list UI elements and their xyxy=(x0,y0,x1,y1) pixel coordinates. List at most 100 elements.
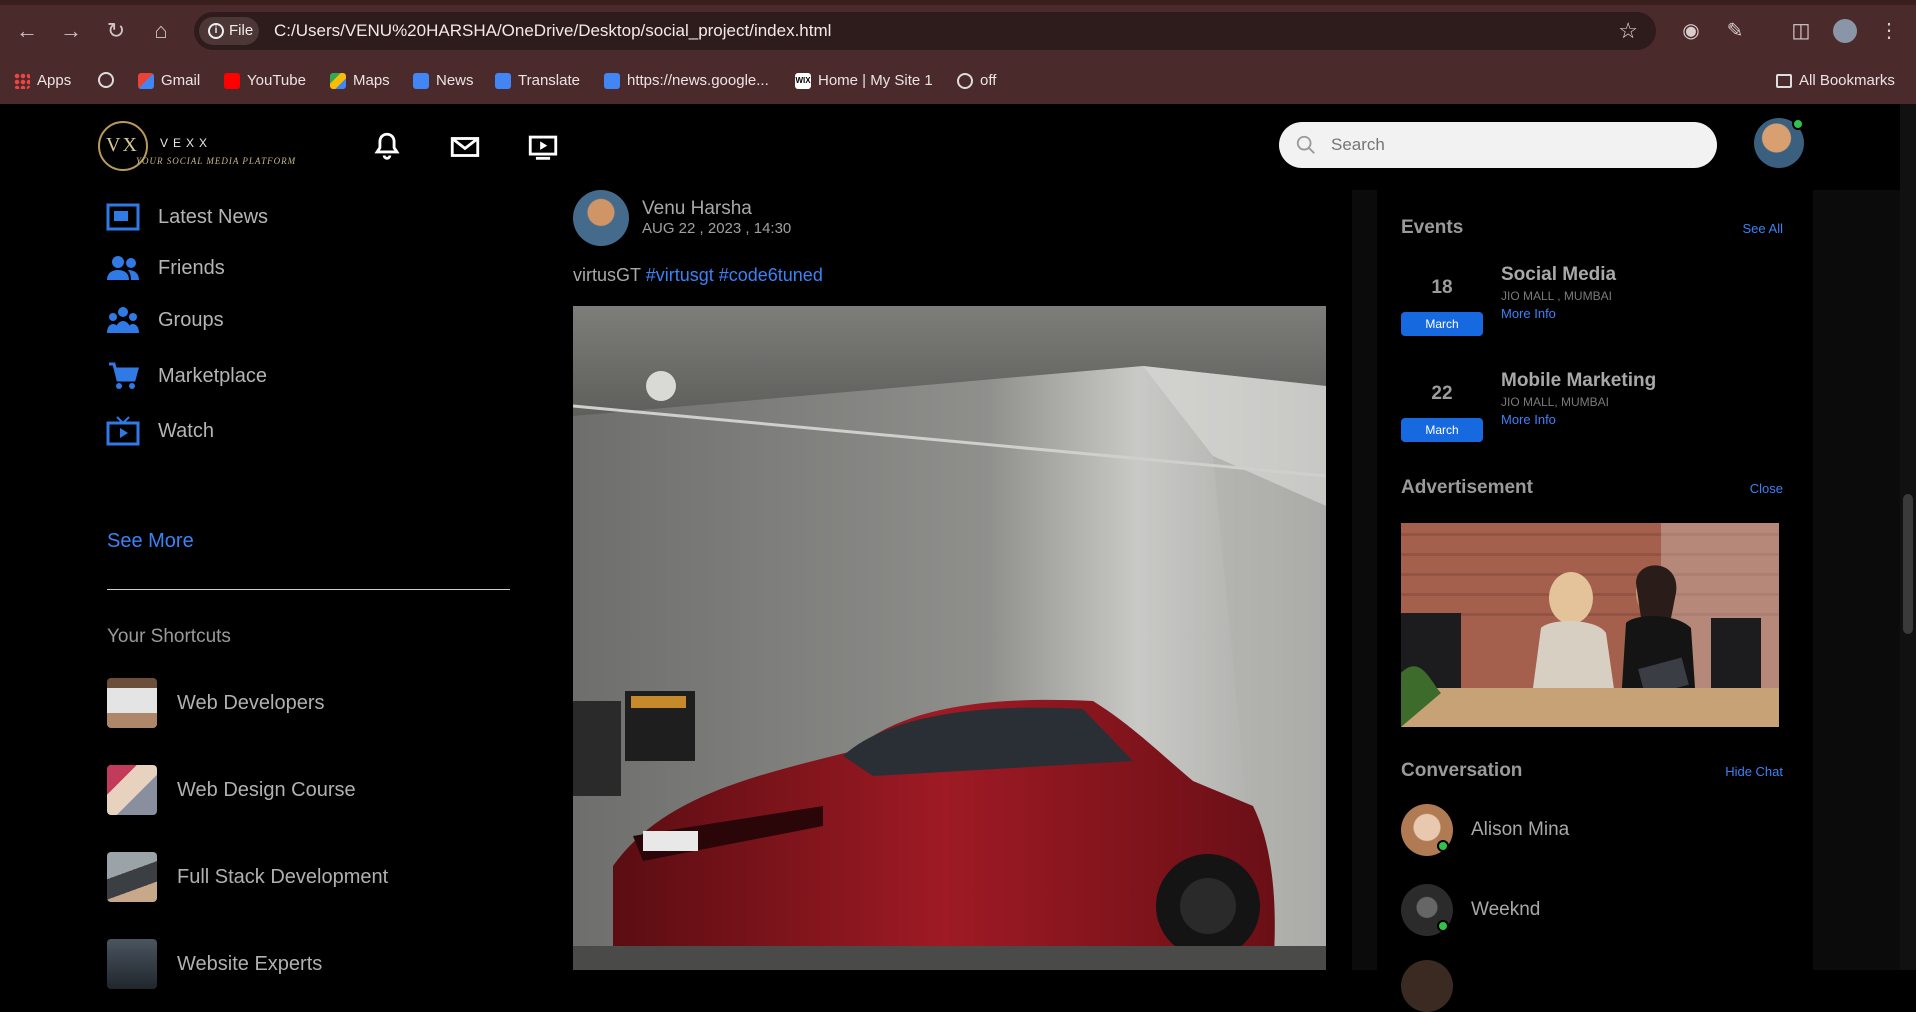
post-image[interactable] xyxy=(573,306,1326,970)
bookmark-youtube[interactable]: YouTube xyxy=(224,72,306,89)
see-more-link[interactable]: See More xyxy=(107,530,194,553)
conversation-title: Conversation xyxy=(1401,760,1523,781)
event-date-badge: 18 March xyxy=(1401,277,1483,336)
online-status-dot xyxy=(1437,840,1449,852)
event-month: March xyxy=(1401,312,1483,336)
maps-icon xyxy=(330,72,346,89)
events-see-all-link[interactable]: See All xyxy=(1743,221,1783,236)
url-text[interactable]: C:/Users/VENU%20HARSHA/OneDrive/Desktop/… xyxy=(274,21,831,41)
hide-chat-link[interactable]: Hide Chat xyxy=(1725,764,1783,779)
all-bookmarks[interactable]: All Bookmarks xyxy=(1776,72,1895,89)
page-scrollbar[interactable] xyxy=(1900,104,1916,970)
info-icon: i xyxy=(208,23,224,39)
menu-kebab-icon[interactable]: ⋮ xyxy=(1874,16,1904,46)
event-name: Mobile Marketing xyxy=(1501,370,1657,391)
video-icon[interactable] xyxy=(526,130,560,164)
bookmark-label: Translate xyxy=(518,72,580,89)
folder-icon xyxy=(1776,73,1792,88)
post-caption: virtusGT xyxy=(573,265,641,285)
bookmark-label: News xyxy=(436,72,474,89)
scrollbar-thumb[interactable] xyxy=(1903,494,1913,634)
office-meeting-photo xyxy=(1401,523,1779,727)
feed: Venu Harsha AUG 22 , 2023 , 14:30 virtus… xyxy=(548,190,1352,970)
all-bookmarks-label: All Bookmarks xyxy=(1799,72,1895,89)
event-date-badge: 22 March xyxy=(1401,383,1483,442)
online-status-dot xyxy=(1437,920,1449,932)
contact-item[interactable] xyxy=(1401,960,1453,1012)
post-author-avatar[interactable] xyxy=(573,190,629,246)
bookmark-label: YouTube xyxy=(247,72,306,89)
side-panel-icon[interactable]: ◫ xyxy=(1786,16,1816,46)
contact-name: Alison Mina xyxy=(1471,819,1570,840)
forward-icon[interactable]: → xyxy=(56,16,86,46)
bookmark-apps[interactable]: Apps xyxy=(14,72,71,89)
bookmark-label: off xyxy=(980,72,997,89)
site-info-chip[interactable]: i File xyxy=(199,17,259,45)
sidebar-item-friends[interactable]: Friends xyxy=(106,253,225,283)
car-photo xyxy=(573,306,1326,970)
shortcut-thumbnail xyxy=(107,765,157,815)
gmail-icon xyxy=(138,72,154,89)
bookmark-maps[interactable]: Maps xyxy=(330,72,390,89)
bookmark-label: Apps xyxy=(37,72,72,89)
shortcut-thumbnail xyxy=(107,678,157,728)
event-more-info-link[interactable]: More Info xyxy=(1501,306,1616,321)
sidebar-item-marketplace[interactable]: Marketplace xyxy=(106,361,267,391)
shortcut-website-experts[interactable]: Website Experts xyxy=(107,939,322,989)
profile-avatar-icon[interactable] xyxy=(1830,16,1860,46)
home-icon[interactable]: ⌂ xyxy=(146,16,176,46)
globe-icon xyxy=(98,72,114,88)
apps-grid-icon xyxy=(14,72,30,89)
search-input[interactable] xyxy=(1331,130,1691,160)
shortcut-web-design-course[interactable]: Web Design Course xyxy=(107,765,356,815)
right-sidebar: Events See All 18 March Social Media JIO… xyxy=(1352,190,1900,1012)
google-lens-icon[interactable]: ◉ xyxy=(1676,16,1706,46)
bookmark-label: https://news.google... xyxy=(627,72,769,89)
contact-avatar xyxy=(1401,960,1453,1012)
advertisement-image[interactable] xyxy=(1401,523,1779,727)
shortcut-label: Web Developers xyxy=(177,691,325,714)
bookmark-news[interactable]: News xyxy=(413,72,474,89)
logo-mark: VX xyxy=(106,134,139,156)
news-icon xyxy=(604,72,620,89)
bell-icon[interactable] xyxy=(370,130,404,164)
bookmark-gmail[interactable]: Gmail xyxy=(138,72,200,89)
address-bar[interactable]: i File C:/Users/VENU%20HARSHA/OneDrive/D… xyxy=(194,12,1656,50)
sidebar-item-label: Watch xyxy=(158,419,214,442)
shortcut-web-developers[interactable]: Web Developers xyxy=(107,678,324,728)
shortcut-thumbnail xyxy=(107,852,157,902)
reload-icon[interactable]: ↻ xyxy=(101,16,131,46)
globe-icon xyxy=(957,72,973,89)
bookmark-google-news[interactable]: https://news.google... xyxy=(604,72,769,89)
bookmark-wix[interactable]: WIX Home | My Site 1 xyxy=(795,72,933,89)
bookmarks-bar: Apps Gmail YouTube Maps News Translate h… xyxy=(0,62,1916,104)
friends-icon xyxy=(107,256,139,280)
back-icon[interactable]: ← xyxy=(12,16,42,46)
post-author-name[interactable]: Venu Harsha xyxy=(642,198,752,220)
sidebar-item-watch[interactable]: Watch xyxy=(106,416,214,446)
post-text: virtusGT #virtusgt #code6tuned xyxy=(573,265,823,286)
contact-item[interactable]: Alison Mina xyxy=(1401,804,1569,856)
bookmark-star-icon[interactable]: ☆ xyxy=(1618,18,1638,44)
post-hashtags[interactable]: #virtusgt #code6tuned xyxy=(646,265,823,285)
bookmark-label: Gmail xyxy=(161,72,201,89)
bookmark-translate[interactable]: Translate xyxy=(495,72,580,89)
advertisement-close-link[interactable]: Close xyxy=(1750,481,1783,496)
mail-icon[interactable] xyxy=(448,130,482,164)
extensions-icon[interactable]: ✎ xyxy=(1720,16,1750,46)
search-box[interactable] xyxy=(1279,122,1717,168)
event-more-info-link[interactable]: More Info xyxy=(1501,412,1656,427)
bookmark-label: Home | My Site 1 xyxy=(818,72,933,89)
bookmark-globe[interactable] xyxy=(98,72,114,88)
bookmark-off[interactable]: off xyxy=(957,72,996,89)
sidebar-item-groups[interactable]: Groups xyxy=(106,305,224,335)
contact-item[interactable]: Weeknd xyxy=(1401,884,1540,936)
events-title: Events xyxy=(1401,217,1464,238)
news-icon xyxy=(106,203,140,231)
online-status-dot xyxy=(1792,118,1804,130)
sidebar-item-latest-news[interactable]: Latest News xyxy=(106,202,268,232)
event-name: Social Media xyxy=(1501,264,1617,285)
shortcut-full-stack-development[interactable]: Full Stack Development xyxy=(107,852,388,902)
sidebar-item-label: Latest News xyxy=(158,205,269,228)
vexx-logo[interactable]: VX VEXX YOUR SOCIAL MEDIA PLATFORM xyxy=(98,116,295,176)
